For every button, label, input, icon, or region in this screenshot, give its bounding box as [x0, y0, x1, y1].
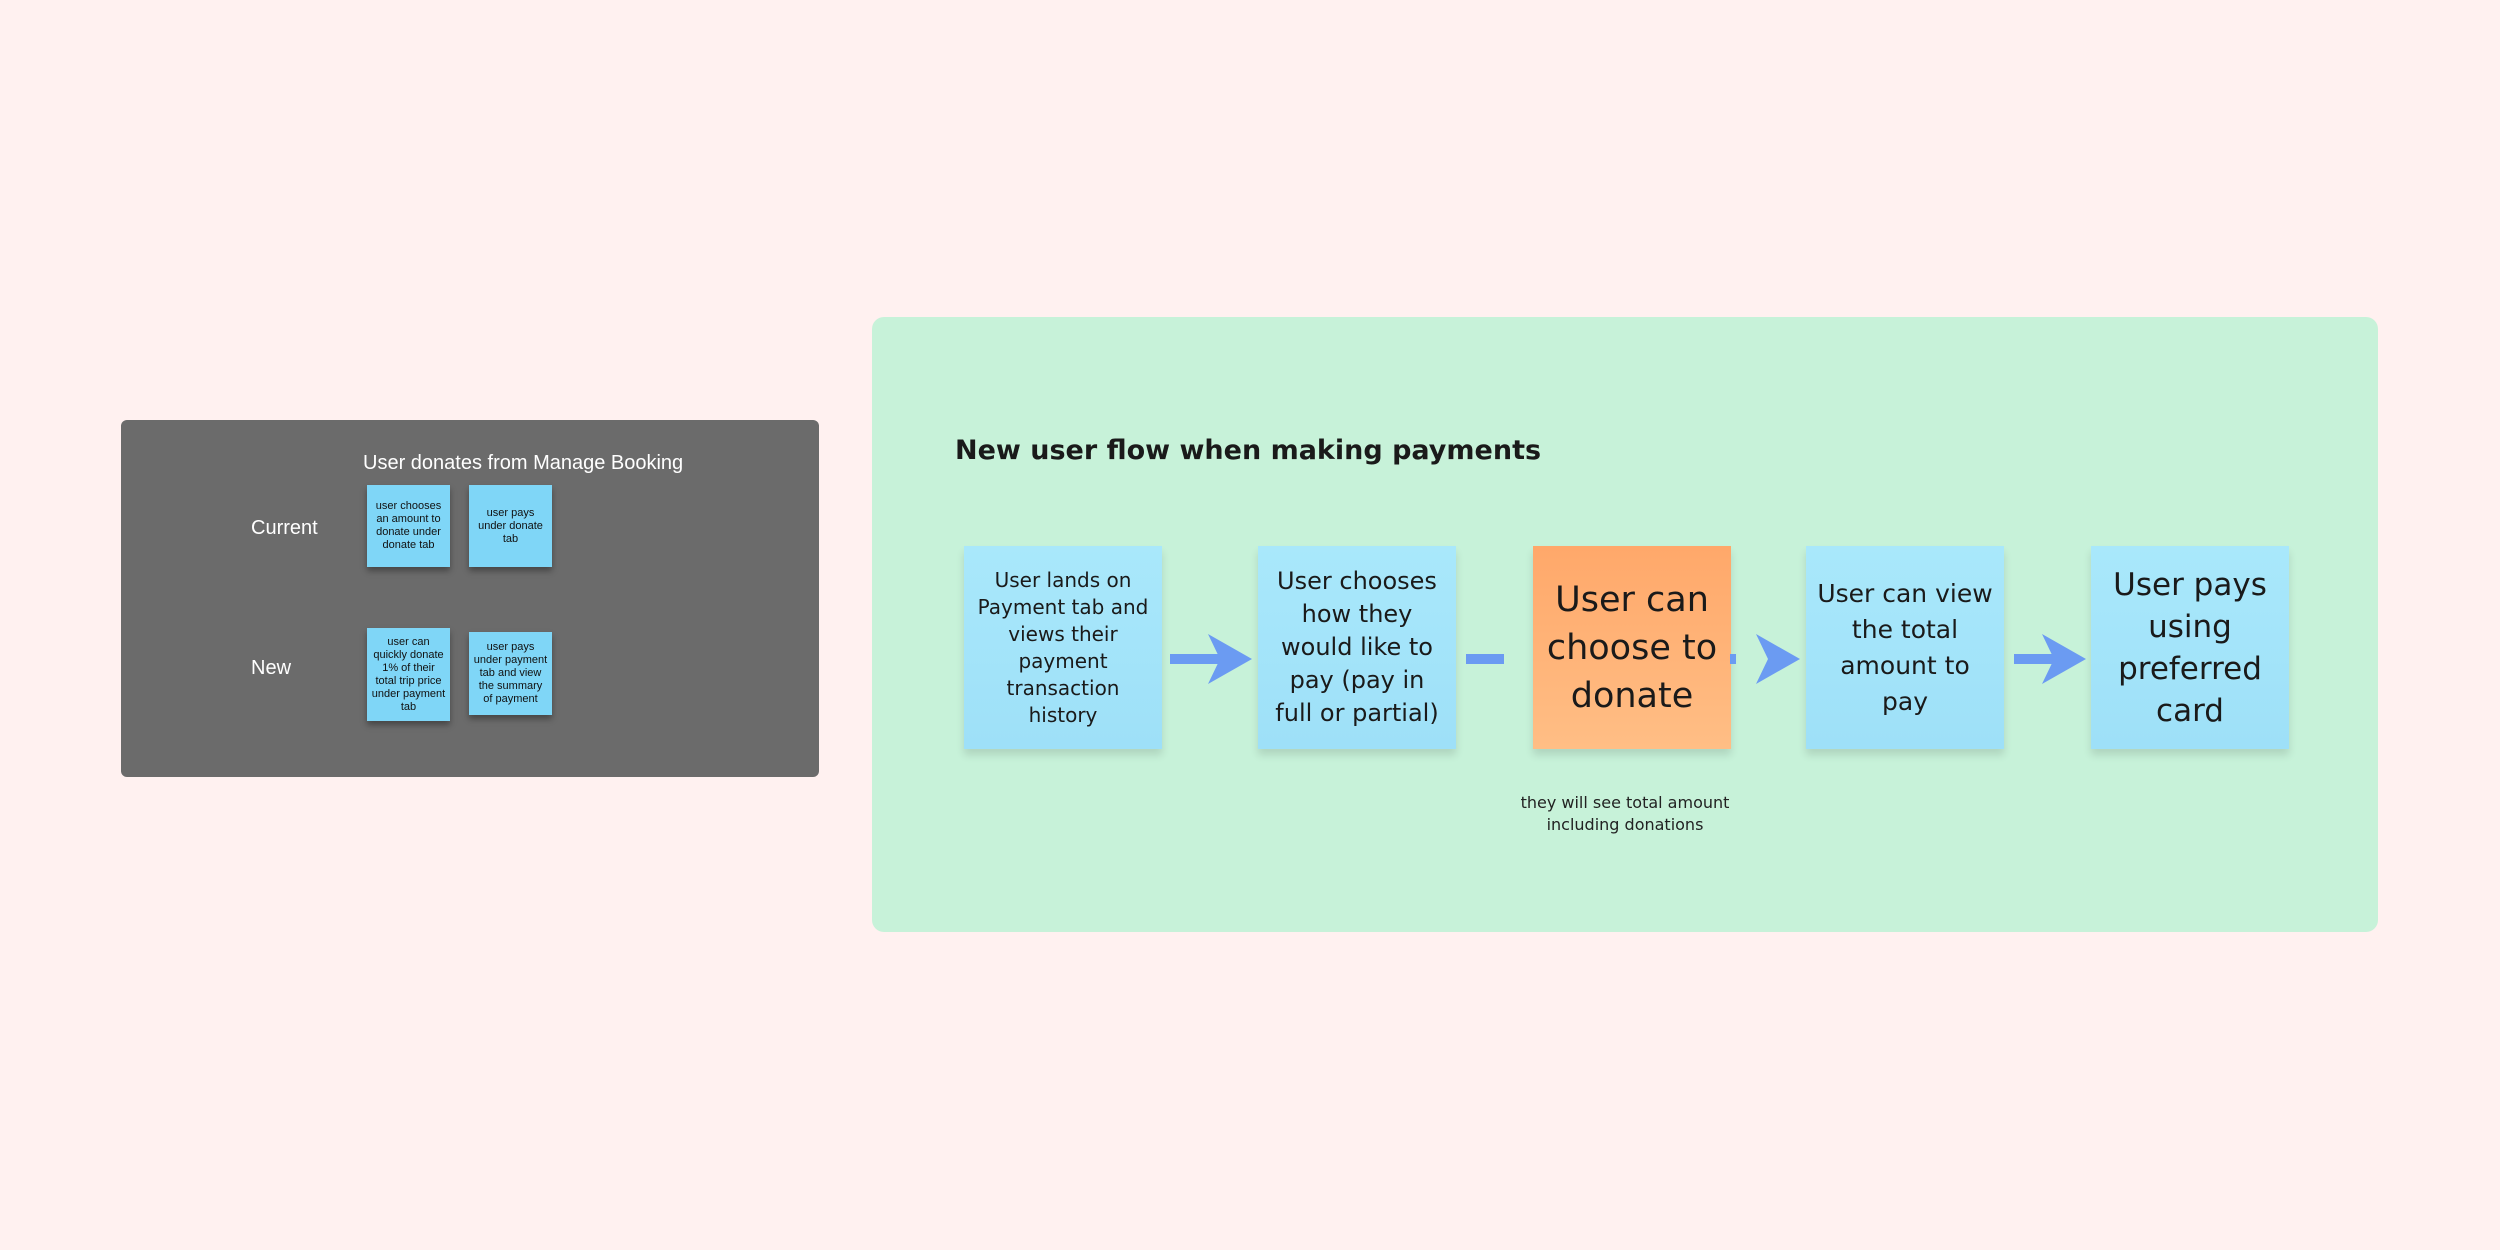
sticky-note-current-choose-amount[interactable]: user chooses an amount to donate under d… — [367, 485, 450, 567]
flow-step-text: User can choose to donate — [1546, 579, 1718, 716]
sticky-note-current-pays[interactable]: user pays under donate tab — [469, 485, 552, 567]
sticky-note-text: user chooses an amount to donate under d… — [375, 500, 442, 551]
sticky-note-text: user pays under payment tab and view the… — [473, 641, 548, 705]
flow-step-text: User lands on Payment tab and views thei… — [977, 567, 1149, 727]
arrow-right-icon — [2014, 634, 2086, 684]
flow-title: New user flow when making payments — [955, 435, 1542, 466]
flow-step-1[interactable]: User lands on Payment tab and views thei… — [964, 546, 1162, 749]
sticky-note-new-quick-donate[interactable]: user can quickly donate 1% of their tota… — [367, 628, 450, 721]
flow-step-text: User can view the total amount to pay — [1817, 578, 1993, 716]
row-label-new: New — [251, 657, 292, 679]
sticky-note-text: user can quickly donate 1% of their tota… — [371, 635, 446, 713]
flow-step-text: User pays using preferred card — [2113, 566, 2267, 729]
donate-note-caption: they will see total amount including don… — [1520, 793, 1730, 834]
arrow-right-icon — [1170, 634, 1252, 684]
row-label-current: Current — [251, 517, 318, 539]
flow-step-5[interactable]: User pays using preferred card — [2091, 546, 2289, 749]
manage-booking-title-text: User donates from Manage Booking — [363, 452, 684, 474]
flow-step-text: User chooses how they would like to pay … — [1275, 567, 1439, 727]
connector-dash-icon — [1466, 654, 1504, 664]
flow-step-3-donate[interactable]: User can choose to donate — [1533, 546, 1731, 749]
flow-step-4[interactable]: User can view the total amount to pay — [1806, 546, 2004, 749]
sticky-note-text: user pays under donate tab — [478, 506, 543, 545]
whiteboard-canvas: User donates from Manage Booking Current… — [0, 0, 2500, 1250]
flow-step-2[interactable]: User chooses how they would like to pay … — [1258, 546, 1456, 749]
arrow-right-icon — [1730, 634, 1800, 684]
sticky-note-new-pays[interactable]: user pays under payment tab and view the… — [469, 632, 552, 715]
manage-booking-frame[interactable]: User donates from Manage Booking Current… — [121, 420, 819, 777]
